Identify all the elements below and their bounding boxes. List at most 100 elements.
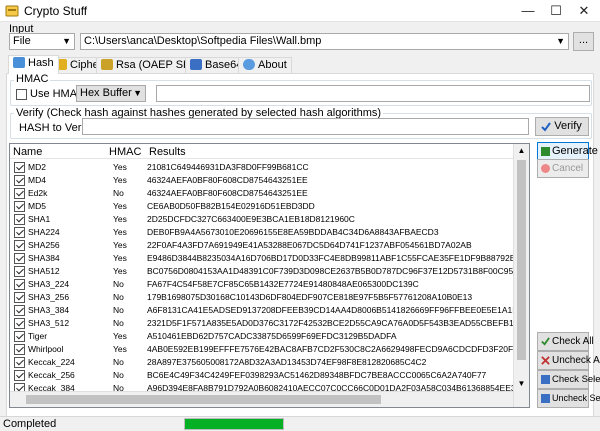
title-bar[interactable]: Crypto Stuff — ☐ ✕ bbox=[0, 0, 600, 22]
row-hmac: Yes bbox=[113, 201, 127, 211]
hmac-key-format-select[interactable]: Hex Buffer ▼ bbox=[76, 85, 146, 102]
scrollbar-thumb[interactable] bbox=[517, 160, 526, 360]
tab-about[interactable]: About bbox=[238, 57, 292, 73]
row-hmac: Yes bbox=[113, 214, 127, 224]
verify-button[interactable]: Verify bbox=[535, 117, 589, 136]
file-path-value: C:\Users\anca\Desktop\Softpedia Files\Wa… bbox=[84, 35, 322, 47]
cancel-button[interactable]: Cancel bbox=[537, 159, 589, 178]
row-hmac: No bbox=[113, 370, 124, 380]
uncheck-selected-label: Uncheck Selected bbox=[552, 393, 600, 403]
window-title: Crypto Stuff bbox=[24, 4, 88, 18]
minimize-button[interactable]: — bbox=[514, 0, 542, 22]
row-hmac: No bbox=[113, 279, 124, 289]
check-all-button[interactable]: Check All bbox=[537, 332, 594, 351]
column-header-name[interactable]: Name bbox=[13, 146, 42, 158]
horizontal-scrollbar[interactable] bbox=[10, 391, 513, 407]
uncheck-selected-button[interactable]: Uncheck Selected bbox=[537, 389, 600, 408]
uncheck-all-label: Uncheck All bbox=[552, 355, 600, 366]
hscrollbar-thumb[interactable] bbox=[26, 395, 381, 404]
check-selected-label: Check Selected bbox=[552, 374, 600, 385]
table-row[interactable]: SHA384 Yes E9486D3844B8235034A16D706BD17D0… bbox=[10, 252, 529, 265]
row-name: SHA3_224 bbox=[28, 279, 70, 289]
row-checkbox[interactable] bbox=[14, 227, 25, 238]
column-header-hmac[interactable]: HMAC bbox=[109, 146, 141, 158]
tab-base64-label: Base64 bbox=[205, 59, 243, 71]
hmac-key-input[interactable] bbox=[156, 85, 590, 102]
cancel-button-label: Cancel bbox=[552, 163, 584, 174]
hash-to-verify-input[interactable] bbox=[82, 118, 529, 135]
use-hmac-checkbox[interactable] bbox=[16, 89, 27, 100]
row-result: 2321D5F1F571A835E5AD0D376C3172F42532BCE2… bbox=[147, 318, 530, 328]
maximize-button[interactable]: ☐ bbox=[542, 0, 570, 22]
row-checkbox[interactable] bbox=[14, 331, 25, 342]
table-row[interactable]: SHA3_224 No FA67F4C54F58E7CF85C65B1432E772… bbox=[10, 278, 529, 291]
scroll-down-icon[interactable]: ▼ bbox=[516, 379, 527, 389]
row-hmac: Yes bbox=[113, 227, 127, 237]
check-selected-button[interactable]: Check Selected bbox=[537, 370, 600, 389]
table-row[interactable]: SHA3_384 No A6F8131CA41E5ADSED9137208DFEEB… bbox=[10, 304, 529, 317]
file-path-combo[interactable]: C:\Users\anca\Desktop\Softpedia Files\Wa… bbox=[80, 33, 569, 50]
table-row[interactable]: Whirlpool Yes 4AB0E592EB199EFFFE7576E42BAC… bbox=[10, 343, 529, 356]
row-checkbox[interactable] bbox=[14, 175, 25, 186]
table-row[interactable]: Ed2k No 46324AEFA0BF80F608CD8754643251EE bbox=[10, 187, 529, 200]
table-row[interactable]: Keccak_256 No BC6E4C49F34C4249FEF0398293AC… bbox=[10, 369, 529, 382]
row-name: SHA512 bbox=[28, 266, 60, 276]
row-checkbox[interactable] bbox=[14, 357, 25, 368]
base64-icon bbox=[190, 59, 202, 70]
row-checkbox[interactable] bbox=[14, 318, 25, 329]
row-result: 22F0AF4A3FD7A691949E41A53288E067DC5D64D7… bbox=[147, 240, 472, 250]
row-checkbox[interactable] bbox=[14, 279, 25, 290]
table-row[interactable]: SHA256 Yes 22F0AF4A3FD7A691949E41A53288E06… bbox=[10, 239, 529, 252]
tab-about-label: About bbox=[258, 59, 287, 71]
table-row[interactable]: MD5 Yes CE6AB0D50FB82B154E02916D51EBD3DD bbox=[10, 200, 529, 213]
row-checkbox[interactable] bbox=[14, 188, 25, 199]
table-row[interactable]: Keccak_224 No 28A897E375605008172A8D32A3AD… bbox=[10, 356, 529, 369]
row-checkbox[interactable] bbox=[14, 214, 25, 225]
hash-results-list[interactable]: Name HMAC Results MD2 Yes 21081C649446931D… bbox=[9, 143, 530, 408]
table-row[interactable]: MD2 Yes 21081C649446931DA3F8D0FF99B681CC bbox=[10, 161, 529, 174]
table-row[interactable]: Tiger Yes A510461EBD62D757CADC33875D6599F6… bbox=[10, 330, 529, 343]
row-hmac: Yes bbox=[113, 266, 127, 276]
row-checkbox[interactable] bbox=[14, 370, 25, 381]
row-checkbox[interactable] bbox=[14, 305, 25, 316]
tab-hash[interactable]: Hash bbox=[8, 55, 59, 74]
scroll-up-icon[interactable]: ▲ bbox=[516, 146, 527, 156]
input-type-select[interactable]: File ▼ bbox=[9, 33, 75, 50]
row-name: MD2 bbox=[28, 162, 46, 172]
vertical-scrollbar[interactable]: ▲ ▼ bbox=[513, 144, 529, 407]
column-header-results[interactable]: Results bbox=[149, 146, 186, 158]
row-name: Keccak_256 bbox=[28, 370, 75, 380]
row-checkbox[interactable] bbox=[14, 240, 25, 251]
uncheck-all-button[interactable]: Uncheck All bbox=[537, 351, 600, 370]
row-checkbox[interactable] bbox=[14, 162, 25, 173]
close-button[interactable]: ✕ bbox=[570, 0, 598, 22]
row-checkbox[interactable] bbox=[14, 292, 25, 303]
row-checkbox[interactable] bbox=[14, 344, 25, 355]
row-checkbox[interactable] bbox=[14, 266, 25, 277]
row-hmac: Yes bbox=[113, 344, 127, 354]
table-row[interactable]: SHA1 Yes 2D25DCFDC327C663400E9E3BCA1EB18D8… bbox=[10, 213, 529, 226]
row-result: 46324AEFA0BF80F608CD8754643251EE bbox=[147, 175, 308, 185]
table-row[interactable]: SHA512 Yes BC0756D0804153AA1D48391C0F739D3… bbox=[10, 265, 529, 278]
row-result: BC0756D0804153AA1D48391C0F739D3D098CE263… bbox=[147, 266, 521, 276]
table-row[interactable]: MD4 Yes 46324AEFA0BF80F608CD8754643251EE bbox=[10, 174, 529, 187]
browse-button[interactable]: ... bbox=[573, 32, 594, 51]
row-checkbox[interactable] bbox=[14, 253, 25, 264]
tab-hash-label: Hash bbox=[28, 57, 54, 69]
table-row[interactable]: SHA224 Yes DEB0FB9A4A5673010E20696155E8EA5… bbox=[10, 226, 529, 239]
row-name: SHA224 bbox=[28, 227, 60, 237]
row-hmac: No bbox=[113, 188, 124, 198]
row-hmac: Yes bbox=[113, 175, 127, 185]
table-row[interactable]: SHA3_256 No 179B1698075D30168C10143D6DF804… bbox=[10, 291, 529, 304]
row-result: 46324AEFA0BF80F608CD8754643251EE bbox=[147, 188, 308, 198]
row-result: 28A897E375605008172A8D32A3AD13453D74EF98… bbox=[147, 357, 427, 367]
row-checkbox[interactable] bbox=[14, 201, 25, 212]
list-header: Name HMAC Results bbox=[10, 144, 529, 159]
check-all-icon bbox=[541, 337, 550, 346]
cancel-icon bbox=[541, 164, 550, 173]
app-icon bbox=[5, 5, 19, 17]
row-result: A6F8131CA41E5ADSED9137208DFEEB39CD14AA4D… bbox=[147, 305, 530, 315]
row-result: CE6AB0D50FB82B154E02916D51EBD3DD bbox=[147, 201, 315, 211]
checkmark-icon bbox=[541, 122, 551, 132]
table-row[interactable]: SHA3_512 No 2321D5F1F571A835E5AD0D376C3172… bbox=[10, 317, 529, 330]
